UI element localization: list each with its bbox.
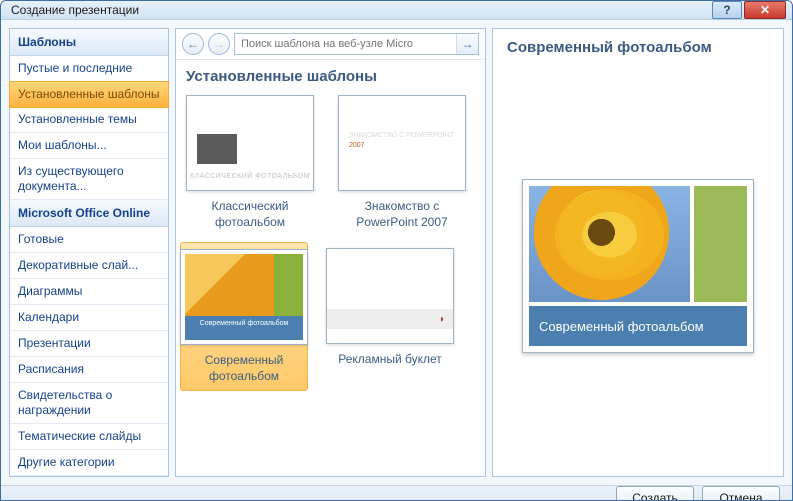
sidebar-item-schedules[interactable]: Расписания xyxy=(10,357,168,383)
arrow-right-icon: → xyxy=(462,37,474,51)
search-input[interactable] xyxy=(235,38,456,50)
thumb-strip xyxy=(327,309,453,329)
window-controls: ? ✕ xyxy=(710,1,786,19)
sidebar-item-other-categories[interactable]: Другие категории xyxy=(10,450,168,476)
template-ad-brochure[interactable]: ◗ Рекламный буклет xyxy=(326,248,454,385)
sidebar-item-presentations[interactable]: Презентации xyxy=(10,331,168,357)
sidebar-item-themed-slides[interactable]: Тематические слайды xyxy=(10,424,168,450)
window-title: Создание презентации xyxy=(11,3,710,17)
sidebar-item-featured[interactable]: Готовые xyxy=(10,227,168,253)
template-thumbnail: КЛАССИЧЕСКИЙ ФОТОАЛЬБОМ xyxy=(186,95,314,191)
preview-caption: Современный фотоальбом xyxy=(529,306,747,346)
green-block xyxy=(274,254,304,316)
create-button[interactable]: Создать xyxy=(616,486,694,501)
thumb-top-row xyxy=(185,254,303,316)
template-label: Классический фотоальбом xyxy=(186,199,314,230)
thumb-text-1: ЗНАКОМСТВО С POWERPOINT xyxy=(349,132,454,139)
template-powerpoint-intro[interactable]: ЗНАКОМСТВО С POWERPOINT 2007 Знакомство … xyxy=(338,95,466,230)
dialog-window: Создание презентации ? ✕ Шаблоны Пустые … xyxy=(0,0,793,501)
preview-top-row xyxy=(529,186,747,302)
sidebar-item-installed-templates[interactable]: Установленные шаблоны xyxy=(9,81,169,108)
sidebar-item-calendars[interactable]: Календари xyxy=(10,305,168,331)
cancel-button[interactable]: Отмена xyxy=(702,486,780,501)
thumb-text-2: 2007 xyxy=(349,142,365,149)
template-classic-photo-album[interactable]: КЛАССИЧЕСКИЙ ФОТОАЛЬБОМ Классический фот… xyxy=(186,95,314,230)
sidebar-header-templates: Шаблоны xyxy=(10,29,168,56)
nav-back-button[interactable]: ← xyxy=(182,33,204,55)
dialog-footer: Создать Отмена xyxy=(1,485,792,501)
close-button[interactable]: ✕ xyxy=(744,1,786,19)
sidebar-item-blank[interactable]: Пустые и последние xyxy=(10,56,168,82)
category-sidebar: Шаблоны Пустые и последние Установленные… xyxy=(9,28,169,477)
thumb-caption: КЛАССИЧЕСКИЙ ФОТОАЛЬБОМ xyxy=(187,173,313,180)
sidebar-item-my-templates[interactable]: Мои шаблоны... xyxy=(10,133,168,159)
green-block xyxy=(694,186,748,302)
nav-bar: ← → → xyxy=(176,29,485,60)
arrow-left-icon: ← xyxy=(187,37,199,51)
arrow-right-icon: → xyxy=(213,37,225,51)
template-thumbnail: Современный фотоальбом xyxy=(180,249,308,345)
preview-title: Современный фотоальбом xyxy=(493,29,783,56)
template-label: Современный фотоальбом xyxy=(187,353,301,384)
search-box: → xyxy=(234,33,479,55)
gallery-section-title: Установленные шаблоны xyxy=(176,60,485,89)
sidebar-item-from-existing[interactable]: Из существующего документа... xyxy=(10,159,168,200)
sidebar-item-certificates[interactable]: Свидетельства о награждении xyxy=(10,383,168,424)
template-thumbnail: ЗНАКОМСТВО С POWERPOINT 2007 xyxy=(338,95,466,191)
titlebar: Создание презентации ? ✕ xyxy=(1,1,792,20)
template-gallery[interactable]: КЛАССИЧЕСКИЙ ФОТОАЛЬБОМ Классический фот… xyxy=(176,89,485,476)
template-gallery-pane: ← → → Установленные шаблоны КЛАССИЧЕСКИЙ… xyxy=(175,28,486,477)
preview-body: Современный фотоальбом xyxy=(493,56,783,476)
template-label: Знакомство с PowerPoint 2007 xyxy=(338,199,466,230)
search-go-button[interactable]: → xyxy=(456,34,478,54)
sidebar-item-installed-themes[interactable]: Установленные темы xyxy=(10,107,168,133)
sidebar-item-diagrams[interactable]: Диаграммы xyxy=(10,279,168,305)
preview-pane: Современный фотоальбом Современный фотоа… xyxy=(492,28,784,477)
sunflower-image xyxy=(529,186,690,302)
sunflower-image xyxy=(185,254,274,316)
thumb-mark-icon: ◗ xyxy=(439,314,445,325)
template-modern-photo-album[interactable]: Современный фотоальбом Современный фотоа… xyxy=(180,242,308,391)
template-label: Рекламный буклет xyxy=(338,352,442,368)
dialog-content: Шаблоны Пустые и последние Установленные… xyxy=(1,20,792,485)
help-button[interactable]: ? xyxy=(712,1,742,19)
template-thumbnail: ◗ xyxy=(326,248,454,344)
thumb-caption: Современный фотоальбом xyxy=(185,316,303,340)
nav-forward-button[interactable]: → xyxy=(208,33,230,55)
sidebar-item-decorative-slides[interactable]: Декоративные слай... xyxy=(10,253,168,279)
sidebar-header-office-online: Microsoft Office Online xyxy=(10,200,168,227)
preview-slide: Современный фотоальбом xyxy=(522,179,754,353)
